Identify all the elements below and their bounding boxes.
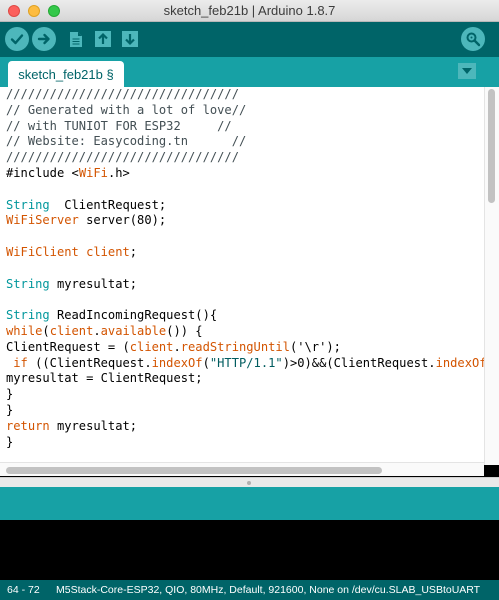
message-area: [0, 487, 499, 520]
code-token: ((ClientRequest.: [27, 355, 152, 370]
document-icon: [70, 31, 82, 47]
code-token: myresultat;: [49, 276, 138, 291]
code-token: ReadIncomingRequest(){: [49, 308, 218, 323]
code-token: client: [129, 339, 174, 354]
code-token: String: [6, 197, 50, 212]
code-token: while: [6, 323, 43, 338]
code-token: #include <: [6, 165, 79, 180]
code-token: client: [49, 323, 94, 338]
code-line[interactable]: while(client.available()) {: [6, 324, 484, 340]
code-token: (: [202, 355, 210, 370]
code-token: .h>: [107, 165, 130, 180]
code-line[interactable]: String myresultat;: [6, 277, 484, 293]
code-token: )>0)&&(ClientRequest.: [282, 355, 436, 370]
code-token: myresultat = ClientRequest;: [6, 371, 203, 386]
code-text[interactable]: ////////////////////////////////// Gener…: [6, 87, 484, 449]
verify-button[interactable]: [5, 27, 29, 51]
line-range: 64 - 72: [7, 584, 40, 596]
code-token: server(80);: [78, 213, 167, 228]
code-token: indexOf: [435, 355, 484, 370]
tab-bar: sketch_feb21b §: [0, 57, 499, 87]
status-bar: 64 - 72 M5Stack-Core-ESP32, QIO, 80MHz, …: [0, 580, 499, 600]
board-info: M5Stack-Core-ESP32, QIO, 80MHz, Default,…: [56, 584, 481, 596]
code-line[interactable]: #include <WiFi.h>: [6, 166, 484, 182]
arrow-right-icon: [37, 33, 50, 45]
code-line[interactable]: // Generated with a lot of love//: [6, 103, 484, 119]
code-line[interactable]: if ((ClientRequest.indexOf("HTTP/1.1")>0…: [6, 356, 484, 372]
code-line[interactable]: }: [6, 403, 484, 419]
code-line[interactable]: }: [6, 435, 484, 449]
code-line[interactable]: ////////////////////////////////: [6, 150, 484, 166]
code-line[interactable]: WiFiClient client;: [6, 245, 484, 261]
code-line[interactable]: // Website: Easycoding.tn //: [6, 134, 484, 150]
code-line[interactable]: ////////////////////////////////: [6, 87, 484, 103]
editor-console-splitter[interactable]: [0, 477, 499, 487]
code-token: // with TUNIOT FOR ESP32 //: [6, 118, 232, 133]
code-token: }: [6, 434, 14, 449]
code-token: ClientRequest = (: [6, 339, 130, 354]
code-token: ()) {: [166, 323, 203, 338]
code-line[interactable]: return myresultat;: [6, 419, 484, 435]
code-line[interactable]: String ClientRequest;: [6, 198, 484, 214]
checkmark-icon: [10, 34, 24, 45]
code-line[interactable]: WiFiServer server(80);: [6, 213, 484, 229]
code-line[interactable]: [6, 261, 484, 277]
magnifier-icon: [466, 32, 481, 47]
code-token: if: [13, 355, 28, 370]
code-token: String: [6, 276, 50, 291]
toolbar: [0, 22, 499, 57]
splitter-handle[interactable]: [247, 481, 251, 485]
tab-sketch-feb21b[interactable]: sketch_feb21b §: [8, 61, 124, 87]
window-title: sketch_feb21b | Arduino 1.8.7: [163, 3, 336, 18]
console-output[interactable]: [0, 520, 499, 580]
code-token: return: [6, 418, 50, 433]
code-line[interactable]: String ReadIncomingRequest(){: [6, 308, 484, 324]
code-token: ;: [129, 244, 138, 259]
code-line[interactable]: ClientRequest = (client.readStringUntil(…: [6, 340, 484, 356]
code-editor[interactable]: ////////////////////////////////// Gener…: [0, 87, 499, 476]
code-token: (: [42, 323, 50, 338]
code-token: WiFiClient: [6, 244, 79, 259]
new-sketch-button[interactable]: [64, 27, 88, 51]
code-line[interactable]: myresultat = ClientRequest;: [6, 371, 484, 387]
code-line[interactable]: [6, 229, 484, 245]
code-token: String: [6, 308, 50, 323]
code-token: }: [6, 402, 14, 417]
upload-button[interactable]: [32, 27, 56, 51]
code-token: available: [100, 323, 167, 338]
code-token: ('\r');: [289, 339, 341, 354]
code-token: // Generated with a lot of love//: [6, 102, 247, 117]
code-token: indexOf: [151, 355, 203, 370]
arrow-up-icon: [95, 31, 111, 47]
code-token: .: [173, 339, 181, 354]
chevron-down-icon: [462, 68, 472, 74]
open-sketch-button[interactable]: [91, 27, 115, 51]
vertical-scroll-thumb[interactable]: [488, 89, 495, 203]
code-line[interactable]: }: [6, 387, 484, 403]
horizontal-scroll-thumb[interactable]: [6, 467, 382, 474]
save-sketch-button[interactable]: [118, 27, 142, 51]
code-token: }: [6, 387, 14, 402]
code-line[interactable]: // with TUNIOT FOR ESP32 //: [6, 119, 484, 135]
code-token: .: [93, 323, 101, 338]
serial-monitor-button[interactable]: [461, 27, 485, 51]
code-line[interactable]: [6, 182, 484, 198]
code-line[interactable]: [6, 292, 484, 308]
title-bar: sketch_feb21b | Arduino 1.8.7: [0, 0, 499, 22]
code-token: myresultat;: [49, 418, 138, 433]
code-token: "HTTP/1.1": [209, 355, 283, 370]
code-token: ////////////////////////////////: [6, 87, 239, 101]
code-token: // Website: Easycoding.tn //: [6, 134, 247, 149]
code-token: client: [86, 244, 130, 259]
code-token: ClientRequest;: [49, 197, 167, 212]
arrow-down-icon: [122, 31, 138, 47]
code-token: WiFiServer: [6, 213, 79, 228]
code-token: readStringUntil: [180, 339, 290, 354]
tab-menu-button[interactable]: [458, 63, 476, 79]
code-token: WiFi: [78, 165, 108, 180]
code-token: ////////////////////////////////: [6, 150, 239, 165]
